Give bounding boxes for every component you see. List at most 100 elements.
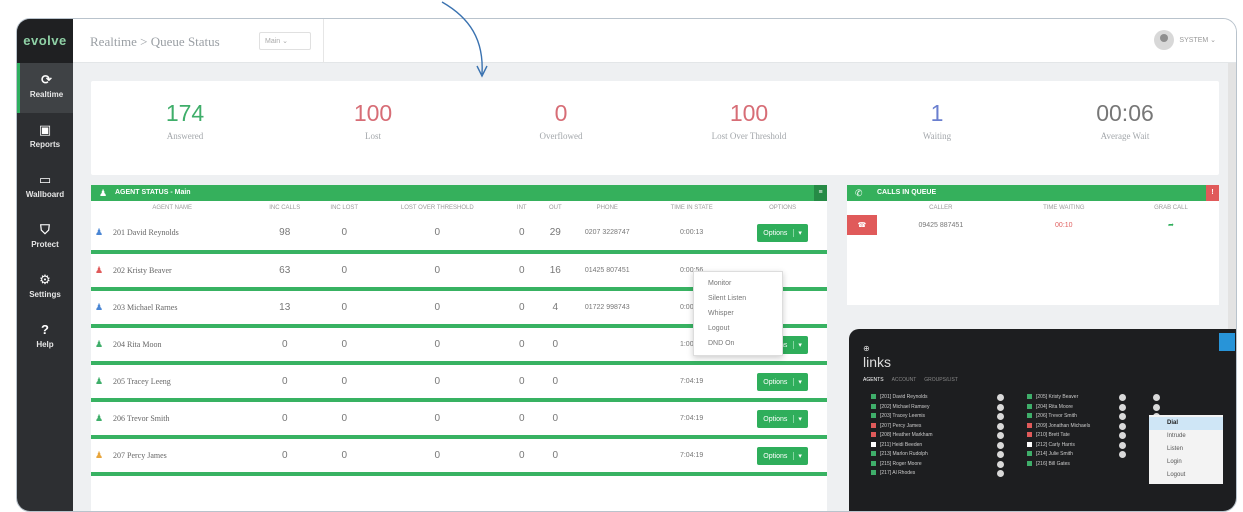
link-entry[interactable]: [205] Kristy Beaver	[1027, 393, 1090, 403]
link-entry[interactable]: [207] Percy James	[871, 422, 933, 432]
headset-icon[interactable]	[1119, 403, 1126, 411]
grab-call-icon[interactable]: ➦	[1123, 215, 1219, 235]
link-entry[interactable]: [201] David Reynolds	[871, 393, 933, 403]
nav-label: Protect	[31, 240, 59, 249]
nav-realtime[interactable]: ⟳ Realtime	[17, 63, 73, 113]
link-entry[interactable]: [210] Brett Tate	[1027, 431, 1090, 441]
headset-icon[interactable]	[997, 403, 1004, 411]
stat-value: 174	[165, 100, 205, 126]
link-entry[interactable]: [215] Roger Moore	[871, 460, 933, 470]
calls-table: CALLER TIME WAITING GRAB CALL ☎ 09425 88745…	[847, 201, 1219, 235]
headset-icon[interactable]	[1119, 413, 1126, 420]
avatar[interactable]	[1154, 30, 1174, 50]
headset-icon[interactable]	[997, 451, 1004, 458]
agent-row[interactable]: ♟ 207 Percy James 0 0 0 0 0 7:04:19 Options ▾	[91, 437, 827, 474]
link-entry[interactable]: [206] Trevor Smith	[1027, 412, 1090, 422]
sidebar: evolve ⟳ Realtime ▣ Reports ▭ Wallboard ⛉ Prote…	[17, 19, 73, 511]
cell-out: 0	[552, 339, 559, 350]
link-entry[interactable]: [209] Jonathan Michaels	[1027, 422, 1090, 432]
headset-icon[interactable]	[997, 394, 1004, 401]
cell-options: Options ▾	[738, 215, 827, 252]
options-button[interactable]: Options ▾	[757, 223, 808, 242]
cell-lot: 0	[434, 227, 441, 238]
menu-item-logout[interactable]: Logout	[694, 321, 782, 336]
nav-reports[interactable]: ▣ Reports	[17, 113, 73, 163]
cell-lot: 0	[434, 376, 441, 387]
links-tab[interactable]: ACCOUNT	[892, 377, 917, 383]
agent-name-cell: ♟ 202 Kristy Beaver	[91, 252, 253, 289]
cell-int: 0	[518, 302, 525, 313]
column-header: INT	[516, 205, 527, 211]
headset-icon[interactable]	[997, 441, 1004, 449]
menu-item-intrude[interactable]: Intrude	[1149, 430, 1223, 443]
options-dropdown: Monitor Silent Listen Whisper Logout DND On	[693, 271, 783, 356]
headset-icon[interactable]	[997, 470, 1004, 477]
column-header: GRAB CALL	[1154, 205, 1188, 211]
cell-phone	[569, 437, 645, 474]
headset-icon[interactable]	[997, 422, 1004, 430]
menu-item-whisper[interactable]: Whisper	[694, 306, 782, 321]
menu-item-logout[interactable]: Logout	[1149, 469, 1223, 482]
link-label: [207] Percy James	[880, 422, 922, 429]
options-button[interactable]: Options ▾	[757, 409, 808, 428]
headset-icon[interactable]	[997, 432, 1004, 439]
link-entry[interactable]: [204] Rita Moore	[1027, 403, 1090, 413]
cell-options: Options ▾	[738, 363, 827, 400]
link-entry[interactable]: [213] Marlon Rudolph	[871, 450, 933, 460]
menu-item-dnd-on[interactable]: DND On	[694, 336, 782, 351]
nav-wallboard[interactable]: ▭ Wallboard	[17, 163, 73, 213]
link-entry[interactable]: [216] Bill Gates	[1027, 460, 1090, 470]
menu-item-listen[interactable]: Listen	[1149, 443, 1223, 456]
menu-item-login[interactable]: Login	[1149, 456, 1223, 469]
add-icon[interactable]: ⊕	[863, 345, 891, 353]
stat-label: Lost Over Threshold	[711, 131, 787, 141]
person-icon: ♟	[95, 450, 104, 460]
link-entry[interactable]: [214] Julie Smith	[1027, 450, 1090, 460]
status-icon	[1027, 413, 1032, 419]
agent-name: 206 Trevor Smith	[113, 414, 170, 423]
user-menu[interactable]: SYSTEM ⌄	[1179, 36, 1216, 44]
calls-title: CALLS IN QUEUE	[877, 189, 937, 196]
link-label: [209] Jonathan Michaels	[1036, 422, 1091, 429]
agent-row[interactable]: ♟ 205 Tracey Leeng 0 0 0 0 0 7:04:19 Options ▾	[91, 363, 827, 400]
hangup-icon[interactable]: ☎	[847, 215, 877, 235]
options-button[interactable]: Options ▾	[757, 446, 808, 465]
agent-row[interactable]: ♟ 201 David Reynolds 98 0 0 0 29 0207 3228747 0:…	[91, 215, 827, 252]
headset-icon[interactable]	[1119, 451, 1126, 458]
headset-icon[interactable]	[997, 413, 1004, 420]
agent-row[interactable]: ♟ 206 Trevor Smith 0 0 0 0 0 7:04:19 Options ▾	[91, 400, 827, 437]
top-bar: Realtime > Queue Status Main ⌄ SYSTEM ⌄	[73, 19, 1236, 63]
nav-settings[interactable]: ⚙ Settings	[17, 263, 73, 313]
links-tab[interactable]: AGENTS	[863, 377, 884, 383]
links-title: ⊕ links	[863, 345, 891, 371]
nav-help[interactable]: ? Help	[17, 313, 73, 363]
link-label: [213] Marlon Rudolph	[880, 451, 928, 457]
headset-icon[interactable]	[997, 460, 1004, 468]
link-entry[interactable]: [202] Michael Ramsey	[871, 403, 933, 413]
stat-value: 100	[353, 100, 393, 126]
menu-item-monitor[interactable]: Monitor	[694, 276, 782, 291]
menu-item-dial[interactable]: Dial	[1149, 417, 1223, 430]
headset-icon[interactable]	[1153, 394, 1160, 401]
link-label: [205] Kristy Beaver	[1036, 394, 1079, 400]
menu-item-silent-listen[interactable]: Silent Listen	[694, 291, 782, 306]
links-tab[interactable]: GROUPS/LIST	[924, 377, 958, 383]
headset-icon[interactable]	[1119, 432, 1126, 439]
link-entry[interactable]: [208] Heather Markham	[871, 431, 933, 441]
nav-protect[interactable]: ⛉ Protect	[17, 213, 73, 263]
headset-icon[interactable]	[1119, 441, 1126, 449]
call-row[interactable]: ☎ 09425 887451 00:10 ➦	[847, 215, 1219, 235]
options-button[interactable]: Options ▾	[757, 372, 808, 391]
headset-icon[interactable]	[1153, 403, 1160, 411]
headset-icon[interactable]	[1119, 394, 1126, 401]
link-entry[interactable]: [211] Heidi Beeden	[871, 441, 933, 451]
link-entry[interactable]: [212] Carly Harris	[1027, 441, 1090, 451]
queue-select[interactable]: Main ⌄	[259, 32, 311, 50]
status-icon	[871, 460, 876, 466]
alert-button[interactable]: !	[1206, 185, 1219, 201]
link-entry[interactable]: [217] Al Rhodes	[871, 469, 933, 479]
headset-icon[interactable]	[1119, 422, 1126, 430]
cell-phone	[569, 326, 645, 363]
collapse-button[interactable]: ≡	[814, 185, 827, 201]
link-entry[interactable]: [203] Tracey Leemis	[871, 412, 933, 422]
